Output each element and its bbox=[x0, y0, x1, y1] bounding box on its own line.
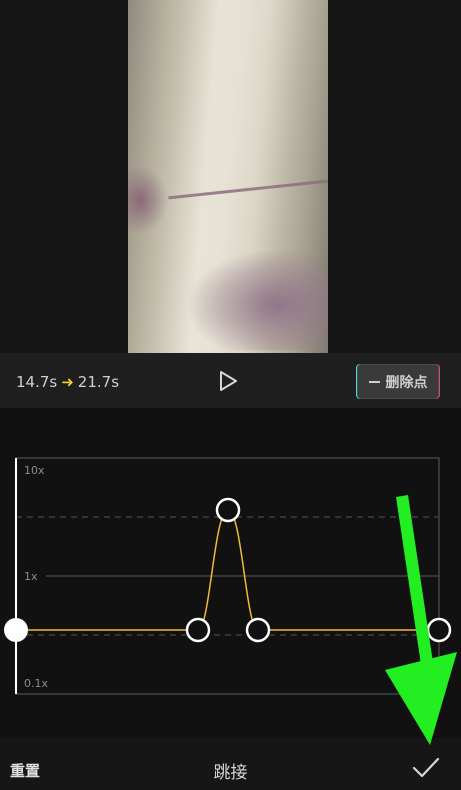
video-frame bbox=[128, 0, 328, 353]
bottom-toolbar: 重置 跳接 bbox=[0, 738, 461, 790]
arrow-right-icon: ➜ bbox=[61, 373, 74, 391]
curve-point[interactable] bbox=[245, 617, 271, 643]
video-preview-area bbox=[0, 0, 461, 353]
new-duration: 21.7s bbox=[77, 373, 120, 391]
delete-point-button[interactable]: 删除点 bbox=[357, 364, 439, 399]
curve-point[interactable] bbox=[426, 617, 452, 643]
confirm-button[interactable] bbox=[411, 756, 441, 780]
speed-label-normal: 1x bbox=[24, 570, 38, 583]
preset-title: 跳接 bbox=[213, 763, 248, 783]
speed-label-min: 0.1x bbox=[24, 677, 49, 690]
speed-curve-graph bbox=[4, 457, 452, 695]
curve-point[interactable] bbox=[185, 617, 211, 643]
check-icon bbox=[412, 757, 440, 778]
speed-label-max: 10x bbox=[24, 464, 45, 477]
curve-point-selected[interactable] bbox=[4, 618, 28, 642]
playback-controls-bar: 14.7s ➜ 21.7s 删除点 bbox=[0, 353, 461, 408]
fabric-pattern bbox=[188, 250, 328, 350]
duration-change: 14.7s ➜ 21.7s bbox=[16, 373, 119, 391]
speed-curve-editor[interactable]: 10x 1x 0.1x bbox=[0, 408, 461, 738]
minus-icon bbox=[368, 380, 380, 383]
play-icon bbox=[220, 371, 237, 391]
delete-point-label: 删除点 bbox=[385, 374, 428, 391]
play-button[interactable] bbox=[216, 369, 240, 393]
curve-point[interactable] bbox=[215, 497, 241, 523]
original-duration: 14.7s bbox=[16, 373, 58, 391]
speed-curve-line bbox=[16, 509, 439, 631]
fabric-pattern bbox=[128, 165, 168, 235]
